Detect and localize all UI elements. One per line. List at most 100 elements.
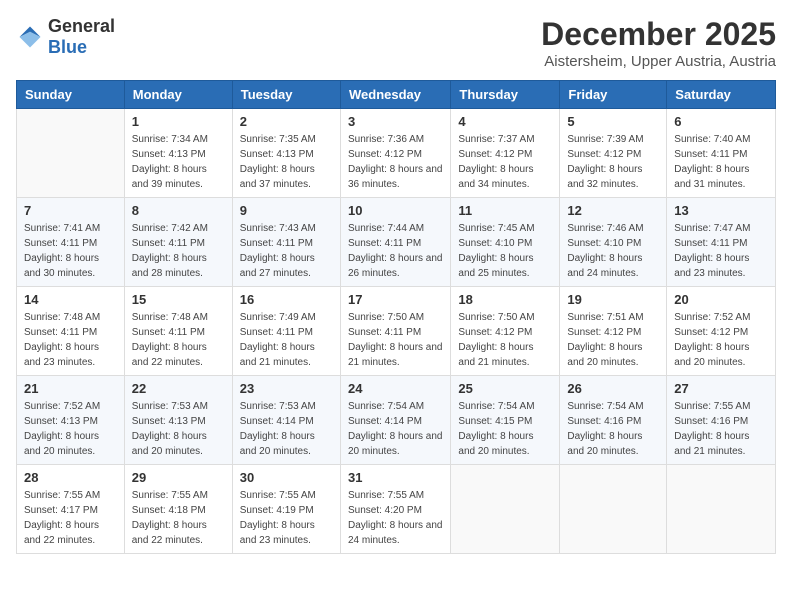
day-info: Sunrise: 7:55 AMSunset: 4:17 PMDaylight:… — [24, 488, 117, 548]
day-number: 28 — [24, 470, 117, 485]
header-wednesday: Wednesday — [340, 81, 450, 109]
day-number: 1 — [132, 114, 225, 129]
day-number: 18 — [458, 292, 552, 307]
day-info: Sunrise: 7:48 AMSunset: 4:11 PMDaylight:… — [24, 310, 117, 370]
header-monday: Monday — [124, 81, 232, 109]
day-number: 16 — [240, 292, 333, 307]
day-cell: 23 Sunrise: 7:53 AMSunset: 4:14 PMDaylig… — [232, 376, 340, 465]
day-cell: 10 Sunrise: 7:44 AMSunset: 4:11 PMDaylig… — [340, 198, 450, 287]
day-number: 11 — [458, 203, 552, 218]
header-saturday: Saturday — [667, 81, 776, 109]
calendar-table: SundayMondayTuesdayWednesdayThursdayFrid… — [16, 80, 776, 554]
day-number: 17 — [348, 292, 443, 307]
header-thursday: Thursday — [451, 81, 560, 109]
day-cell: 6 Sunrise: 7:40 AMSunset: 4:11 PMDayligh… — [667, 109, 776, 198]
day-info: Sunrise: 7:35 AMSunset: 4:13 PMDaylight:… — [240, 132, 333, 192]
day-info: Sunrise: 7:36 AMSunset: 4:12 PMDaylight:… — [348, 132, 443, 192]
day-cell: 13 Sunrise: 7:47 AMSunset: 4:11 PMDaylig… — [667, 198, 776, 287]
page-header: General Blue December 2025 Aistersheim, … — [16, 16, 776, 70]
day-info: Sunrise: 7:55 AMSunset: 4:18 PMDaylight:… — [132, 488, 225, 548]
header-tuesday: Tuesday — [232, 81, 340, 109]
location-title: Aistersheim, Upper Austria, Austria — [541, 53, 776, 70]
day-number: 27 — [674, 381, 768, 396]
day-cell: 9 Sunrise: 7:43 AMSunset: 4:11 PMDayligh… — [232, 198, 340, 287]
week-row-1: 1 Sunrise: 7:34 AMSunset: 4:13 PMDayligh… — [17, 109, 776, 198]
day-number: 13 — [674, 203, 768, 218]
day-info: Sunrise: 7:55 AMSunset: 4:19 PMDaylight:… — [240, 488, 333, 548]
day-info: Sunrise: 7:41 AMSunset: 4:11 PMDaylight:… — [24, 221, 117, 281]
title-block: December 2025 Aistersheim, Upper Austria… — [541, 16, 776, 70]
day-number: 25 — [458, 381, 552, 396]
week-row-5: 28 Sunrise: 7:55 AMSunset: 4:17 PMDaylig… — [17, 465, 776, 554]
day-info: Sunrise: 7:53 AMSunset: 4:13 PMDaylight:… — [132, 399, 225, 459]
day-number: 21 — [24, 381, 117, 396]
day-cell: 17 Sunrise: 7:50 AMSunset: 4:11 PMDaylig… — [340, 287, 450, 376]
day-number: 15 — [132, 292, 225, 307]
day-info: Sunrise: 7:43 AMSunset: 4:11 PMDaylight:… — [240, 221, 333, 281]
day-number: 12 — [567, 203, 659, 218]
logo-blue-text: Blue — [48, 37, 87, 57]
day-info: Sunrise: 7:34 AMSunset: 4:13 PMDaylight:… — [132, 132, 225, 192]
day-info: Sunrise: 7:51 AMSunset: 4:12 PMDaylight:… — [567, 310, 659, 370]
day-cell: 1 Sunrise: 7:34 AMSunset: 4:13 PMDayligh… — [124, 109, 232, 198]
month-title: December 2025 — [541, 16, 776, 53]
header-sunday: Sunday — [17, 81, 125, 109]
day-info: Sunrise: 7:54 AMSunset: 4:15 PMDaylight:… — [458, 399, 552, 459]
day-cell: 3 Sunrise: 7:36 AMSunset: 4:12 PMDayligh… — [340, 109, 450, 198]
day-info: Sunrise: 7:37 AMSunset: 4:12 PMDaylight:… — [458, 132, 552, 192]
day-info: Sunrise: 7:45 AMSunset: 4:10 PMDaylight:… — [458, 221, 552, 281]
day-cell — [667, 465, 776, 554]
day-cell: 4 Sunrise: 7:37 AMSunset: 4:12 PMDayligh… — [451, 109, 560, 198]
day-number: 8 — [132, 203, 225, 218]
week-row-4: 21 Sunrise: 7:52 AMSunset: 4:13 PMDaylig… — [17, 376, 776, 465]
day-cell — [560, 465, 667, 554]
day-cell: 20 Sunrise: 7:52 AMSunset: 4:12 PMDaylig… — [667, 287, 776, 376]
day-cell: 15 Sunrise: 7:48 AMSunset: 4:11 PMDaylig… — [124, 287, 232, 376]
day-info: Sunrise: 7:40 AMSunset: 4:11 PMDaylight:… — [674, 132, 768, 192]
day-number: 4 — [458, 114, 552, 129]
calendar-header-row: SundayMondayTuesdayWednesdayThursdayFrid… — [17, 81, 776, 109]
day-cell: 29 Sunrise: 7:55 AMSunset: 4:18 PMDaylig… — [124, 465, 232, 554]
week-row-2: 7 Sunrise: 7:41 AMSunset: 4:11 PMDayligh… — [17, 198, 776, 287]
logo-icon — [16, 23, 44, 51]
day-cell: 26 Sunrise: 7:54 AMSunset: 4:16 PMDaylig… — [560, 376, 667, 465]
day-info: Sunrise: 7:50 AMSunset: 4:12 PMDaylight:… — [458, 310, 552, 370]
day-cell: 7 Sunrise: 7:41 AMSunset: 4:11 PMDayligh… — [17, 198, 125, 287]
day-cell: 8 Sunrise: 7:42 AMSunset: 4:11 PMDayligh… — [124, 198, 232, 287]
day-cell: 25 Sunrise: 7:54 AMSunset: 4:15 PMDaylig… — [451, 376, 560, 465]
header-friday: Friday — [560, 81, 667, 109]
day-info: Sunrise: 7:52 AMSunset: 4:12 PMDaylight:… — [674, 310, 768, 370]
week-row-3: 14 Sunrise: 7:48 AMSunset: 4:11 PMDaylig… — [17, 287, 776, 376]
day-number: 22 — [132, 381, 225, 396]
day-info: Sunrise: 7:54 AMSunset: 4:14 PMDaylight:… — [348, 399, 443, 459]
day-cell — [17, 109, 125, 198]
day-cell: 2 Sunrise: 7:35 AMSunset: 4:13 PMDayligh… — [232, 109, 340, 198]
day-cell: 30 Sunrise: 7:55 AMSunset: 4:19 PMDaylig… — [232, 465, 340, 554]
day-info: Sunrise: 7:53 AMSunset: 4:14 PMDaylight:… — [240, 399, 333, 459]
day-info: Sunrise: 7:42 AMSunset: 4:11 PMDaylight:… — [132, 221, 225, 281]
day-number: 31 — [348, 470, 443, 485]
day-number: 26 — [567, 381, 659, 396]
day-cell: 11 Sunrise: 7:45 AMSunset: 4:10 PMDaylig… — [451, 198, 560, 287]
day-number: 10 — [348, 203, 443, 218]
day-cell: 5 Sunrise: 7:39 AMSunset: 4:12 PMDayligh… — [560, 109, 667, 198]
day-cell: 12 Sunrise: 7:46 AMSunset: 4:10 PMDaylig… — [560, 198, 667, 287]
day-info: Sunrise: 7:46 AMSunset: 4:10 PMDaylight:… — [567, 221, 659, 281]
logo: General Blue — [16, 16, 115, 58]
day-info: Sunrise: 7:54 AMSunset: 4:16 PMDaylight:… — [567, 399, 659, 459]
day-number: 3 — [348, 114, 443, 129]
day-number: 29 — [132, 470, 225, 485]
day-info: Sunrise: 7:39 AMSunset: 4:12 PMDaylight:… — [567, 132, 659, 192]
day-number: 23 — [240, 381, 333, 396]
day-cell: 19 Sunrise: 7:51 AMSunset: 4:12 PMDaylig… — [560, 287, 667, 376]
day-cell: 22 Sunrise: 7:53 AMSunset: 4:13 PMDaylig… — [124, 376, 232, 465]
day-number: 2 — [240, 114, 333, 129]
day-number: 9 — [240, 203, 333, 218]
day-cell: 31 Sunrise: 7:55 AMSunset: 4:20 PMDaylig… — [340, 465, 450, 554]
day-cell: 18 Sunrise: 7:50 AMSunset: 4:12 PMDaylig… — [451, 287, 560, 376]
day-number: 5 — [567, 114, 659, 129]
day-info: Sunrise: 7:49 AMSunset: 4:11 PMDaylight:… — [240, 310, 333, 370]
day-cell: 16 Sunrise: 7:49 AMSunset: 4:11 PMDaylig… — [232, 287, 340, 376]
day-info: Sunrise: 7:55 AMSunset: 4:20 PMDaylight:… — [348, 488, 443, 548]
day-number: 24 — [348, 381, 443, 396]
